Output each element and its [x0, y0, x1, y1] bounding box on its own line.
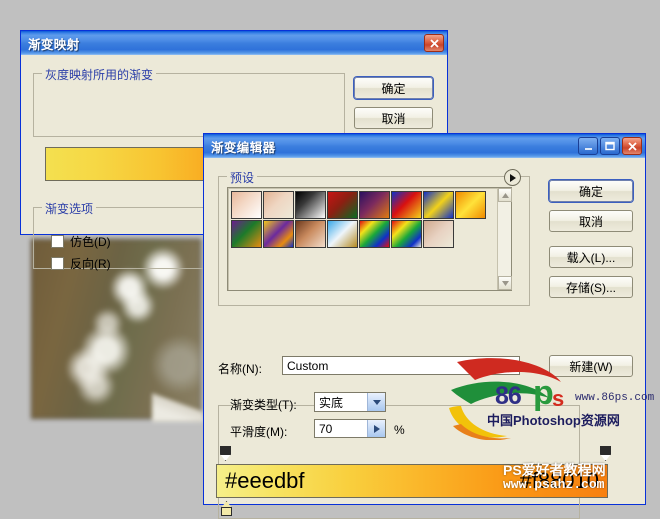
smoothness-unit: %: [394, 423, 405, 437]
preset-swatch-foreground-to-transparent[interactable]: [263, 191, 294, 219]
maximize-icon[interactable]: [600, 137, 620, 155]
preset-swatch-foreground-to-background[interactable]: [231, 191, 262, 219]
cancel-button[interactable]: 取消: [549, 210, 633, 232]
load-button[interactable]: 载入(L)...: [549, 246, 633, 268]
presets-group: 预设: [218, 169, 530, 306]
gradient-editor-title: 渐变编辑器: [211, 140, 276, 155]
preset-swatch-black-white[interactable]: [295, 191, 326, 219]
cancel-button[interactable]: 取消: [354, 107, 433, 129]
color-stop-left[interactable]: [221, 501, 232, 516]
preset-swatch-copper[interactable]: [295, 220, 326, 248]
smoothness-value: 70: [319, 421, 333, 436]
new-button[interactable]: 新建(W): [549, 355, 633, 377]
opacity-stop-left-pointer: [220, 454, 231, 461]
opacity-stop-right-square: [600, 446, 611, 455]
ok-button[interactable]: 确定: [354, 77, 433, 99]
presets-group-label: 预设: [227, 169, 258, 186]
opacity-stop-left-square: [220, 446, 231, 455]
checkbox-dither[interactable]: 仿色(D): [51, 233, 111, 250]
grayscale-gradient-group-label: 灰度映射所用的渐变: [42, 66, 157, 83]
opacity-stop-right-pointer: [600, 454, 611, 461]
preset-swatch-yellow-violet-orange-blue[interactable]: [263, 220, 294, 248]
preset-swatch-violet-green-orange[interactable]: [231, 220, 262, 248]
gradient-right-hex-label: #f88010: [519, 468, 599, 493]
opacity-stop-right[interactable]: [600, 446, 611, 461]
presets-menu-icon[interactable]: [504, 169, 521, 186]
preset-swatch-orange-yellow-orange[interactable]: [455, 191, 486, 219]
chevron-down-icon[interactable]: [367, 393, 385, 411]
checkbox-dither-box[interactable]: [51, 235, 64, 248]
minimize-icon[interactable]: [578, 137, 598, 155]
presets-scrollbar[interactable]: [497, 188, 512, 290]
preset-swatch-chrome[interactable]: [327, 220, 358, 248]
scroll-down-icon[interactable]: [498, 276, 512, 290]
presets-swatch-grid: [231, 191, 489, 249]
close-icon[interactable]: [622, 137, 642, 155]
checkbox-reverse-box[interactable]: [51, 257, 64, 270]
gradient-editor-titlebar[interactable]: 渐变编辑器: [204, 134, 645, 158]
smoothness-spin-icon[interactable]: [367, 420, 385, 437]
preset-swatch-transparent-rainbow[interactable]: [391, 220, 422, 248]
gradient-editor-body: 预设 名称(N): Custom 渐变类型(T): 实底 平滑度(M): 70 …: [204, 158, 645, 519]
gradient-type-label: 渐变类型(T):: [230, 398, 297, 412]
presets-panel[interactable]: [227, 187, 512, 291]
smoothness-input[interactable]: 70: [314, 419, 386, 438]
opacity-stop-left[interactable]: [220, 446, 231, 461]
preset-swatch-blue-yellow-blue[interactable]: [423, 191, 454, 219]
name-label: 名称(N):: [218, 362, 262, 376]
gradient-map-titlebar[interactable]: 渐变映射: [21, 31, 447, 55]
checkbox-reverse-label: 反向(R): [70, 257, 111, 271]
ok-button[interactable]: 确定: [549, 180, 633, 202]
checkbox-reverse[interactable]: 反向(R): [51, 255, 111, 272]
checkbox-dither-label: 仿色(D): [70, 235, 111, 249]
photo-corner-highlight: [152, 392, 204, 422]
save-button[interactable]: 存储(S)...: [549, 276, 633, 298]
grayscale-gradient-group: 灰度映射所用的渐变: [33, 66, 345, 137]
preset-swatch-transparent-stripes[interactable]: [423, 220, 454, 248]
gradient-type-value: 实底: [319, 395, 344, 410]
color-stop-left-square: [221, 507, 232, 516]
scroll-up-icon[interactable]: [498, 188, 512, 202]
preset-swatch-red-green[interactable]: [327, 191, 358, 219]
smoothness-label: 平滑度(M):: [230, 425, 288, 439]
gradient-edit-bar[interactable]: #eeedbf #f88010: [216, 464, 608, 498]
name-input[interactable]: Custom: [282, 356, 520, 375]
gradient-left-hex-label: #eeedbf: [225, 468, 305, 493]
preset-swatch-blue-red-yellow[interactable]: [391, 191, 422, 219]
gradient-type-select[interactable]: 实底: [314, 392, 386, 412]
gradient-editor-dialog: 渐变编辑器 预设 名称(N): Custom 渐变类型(T): 实底 平滑度(M…: [203, 133, 646, 519]
preset-swatch-spectrum[interactable]: [359, 220, 390, 248]
gradient-options-group-label: 渐变选项: [42, 200, 97, 217]
gradient-map-title: 渐变映射: [28, 37, 80, 52]
preset-swatch-violet-orange[interactable]: [359, 191, 390, 219]
close-icon[interactable]: [424, 34, 444, 52]
